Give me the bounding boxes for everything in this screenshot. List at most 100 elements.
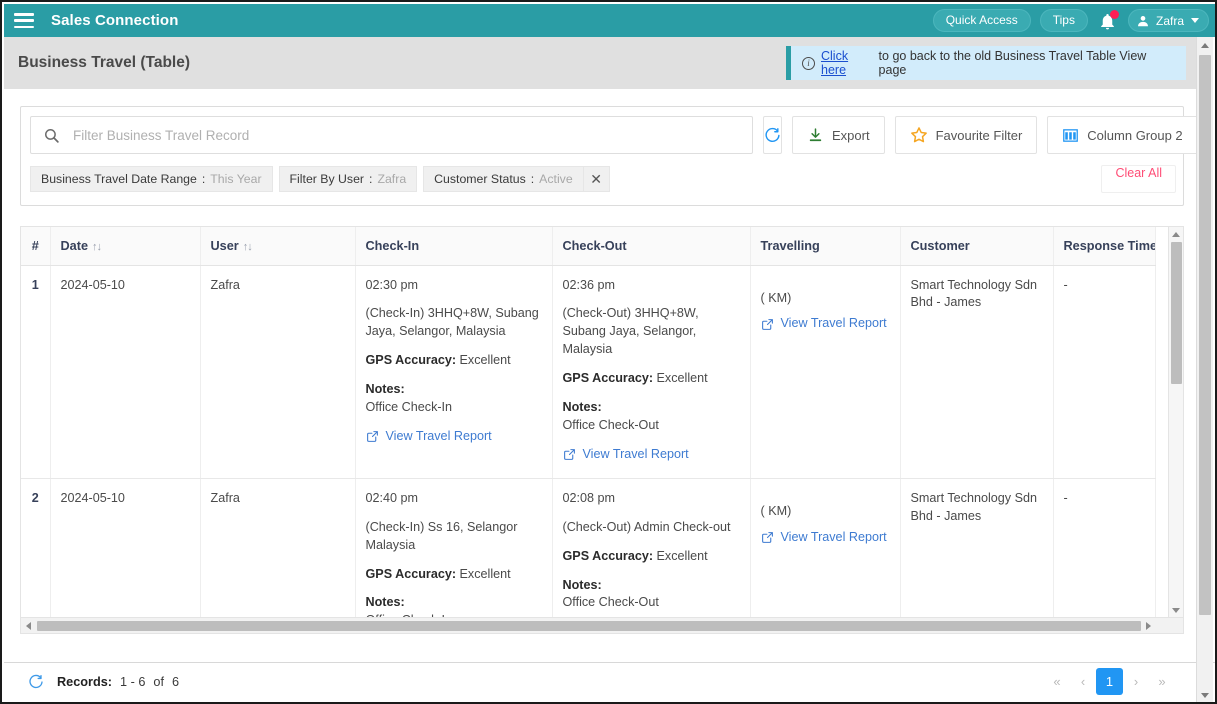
scroll-left-arrow-icon[interactable] — [26, 622, 31, 630]
column-header-date[interactable]: Date ↑↓ — [50, 227, 201, 266]
filter-chip-customer-status[interactable]: Customer Status : Active — [423, 166, 584, 192]
row-customer: Smart Technology Sdn Bhd - James — [900, 478, 1054, 633]
clear-all-button[interactable]: Clear All — [1101, 165, 1176, 193]
view-travel-report-label: View Travel Report — [385, 428, 492, 443]
filter-chip-separator: : — [530, 172, 535, 186]
view-travel-report-link[interactable]: View Travel Report — [761, 529, 887, 547]
user-avatar-icon — [1138, 15, 1148, 26]
gps-accuracy-label: GPS Accuracy: — [365, 353, 457, 368]
table-row[interactable]: 2 2024-05-10 Zafra 02:40 pm (Check-In) S… — [21, 478, 1156, 633]
row-index: 2 — [21, 478, 51, 633]
filter-chip-separator: : — [369, 172, 373, 186]
gps-accuracy-label: GPS Accuracy: — [365, 566, 457, 581]
row-checkin: 02:40 pm (Check-In) Ss 16, Selangor Mala… — [355, 478, 553, 633]
notes-value: Office Check-Out — [562, 417, 659, 432]
row-checkin: 02:30 pm (Check-In) 3HHQ+8W, Subang Jaya… — [355, 265, 553, 479]
sort-icon[interactable]: ↑↓ — [92, 241, 102, 253]
column-header-user-label: User — [210, 238, 239, 253]
page-scroll-up-arrow-icon[interactable] — [1201, 43, 1209, 48]
pagination-prev-button[interactable]: ‹ — [1070, 669, 1096, 695]
gps-accuracy-value: Excellent — [459, 566, 511, 581]
refresh-records-button[interactable] — [28, 674, 44, 690]
favourite-filter-label: Favourite Filter — [935, 127, 1023, 143]
scroll-up-arrow-icon[interactable] — [1172, 232, 1180, 237]
column-header-response-time[interactable]: Response Time — [1053, 227, 1156, 266]
view-travel-report-link[interactable]: View Travel Report — [761, 315, 887, 333]
menu-icon[interactable] — [14, 13, 34, 28]
quick-access-button[interactable]: Quick Access — [932, 9, 1031, 32]
view-travel-report-label: View Travel Report — [780, 316, 887, 331]
checkin-location: (Check-In) Ss 16, Selangor Malaysia — [365, 519, 518, 552]
scroll-right-arrow-icon[interactable] — [1146, 622, 1151, 630]
favourite-filter-button[interactable]: Favourite Filter — [894, 116, 1038, 154]
refresh-button[interactable] — [763, 116, 782, 154]
table-row[interactable]: 1 2024-05-10 Zafra 02:30 pm (Check-In) 3… — [21, 265, 1156, 479]
pagination-next-button[interactable]: › — [1123, 669, 1149, 695]
download-icon — [809, 127, 822, 141]
column-header-checkout[interactable]: Check-Out — [552, 227, 751, 266]
search-input[interactable] — [71, 126, 740, 144]
records-range: 1 - 6 — [120, 674, 146, 689]
view-travel-report-label: View Travel Report — [582, 446, 689, 461]
row-customer: Smart Technology Sdn Bhd - James — [900, 265, 1054, 479]
business-travel-table: # Date ↑↓ User ↑↓ Check-In Check-Out Trave… — [20, 226, 1184, 634]
checkout-time: 02:36 pm — [562, 277, 616, 292]
view-travel-report-link[interactable]: View Travel Report — [366, 428, 492, 446]
column-header-travelling[interactable]: Travelling — [750, 227, 901, 266]
user-name-label: Zafra — [1155, 13, 1184, 28]
column-header-checkin[interactable]: Check-In — [355, 227, 553, 266]
pagination-page-1[interactable]: 1 — [1096, 668, 1123, 695]
columns-icon — [1063, 128, 1079, 142]
page-vertical-scrollbar[interactable] — [1196, 37, 1213, 702]
table-horizontal-scrollbar[interactable] — [21, 617, 1183, 633]
row-travelling: ( KM) View Travel Report — [750, 478, 901, 633]
table-vertical-scrollbar[interactable] — [1168, 227, 1183, 618]
horizontal-scroll-thumb[interactable] — [37, 621, 1141, 631]
vertical-scroll-thumb[interactable] — [1171, 242, 1182, 384]
chevron-down-icon — [1191, 18, 1199, 23]
notifications-button[interactable] — [1097, 9, 1119, 32]
notes-label: Notes: — [562, 577, 602, 592]
pagination-last-button[interactable]: » — [1149, 669, 1175, 695]
view-travel-report-label: View Travel Report — [780, 529, 887, 544]
export-button[interactable]: Export — [792, 116, 885, 154]
filter-chip-label: Customer Status — [434, 172, 526, 186]
external-link-icon — [366, 431, 378, 443]
row-user: Zafra — [200, 265, 356, 479]
column-header-customer[interactable]: Customer — [900, 227, 1054, 266]
page-scroll-thumb[interactable] — [1199, 55, 1211, 615]
user-menu-button[interactable]: Zafra — [1127, 9, 1209, 32]
filter-card: Export Favourite Filter Column Grou — [20, 106, 1198, 206]
filter-chip-value: Zafra — [377, 172, 407, 186]
page-title: Business Travel (Table) — [18, 54, 190, 71]
travel-distance: ( KM) — [760, 290, 792, 305]
page-scroll-down-arrow-icon[interactable] — [1201, 693, 1209, 698]
tips-button[interactable]: Tips — [1039, 9, 1088, 32]
star-icon — [910, 127, 927, 143]
external-link-icon — [563, 449, 575, 460]
search-box[interactable] — [30, 116, 753, 154]
remove-filter-icon[interactable]: ✕ — [583, 166, 610, 192]
row-response-time: - — [1053, 265, 1156, 479]
table-footer: Records: 1 - 6 of 6 « ‹ 1 › » — [4, 662, 1215, 700]
column-header-user[interactable]: User ↑↓ — [200, 227, 356, 266]
pagination-first-button[interactable]: « — [1044, 669, 1070, 695]
gps-accuracy-value: Excellent — [656, 371, 708, 385]
filter-chip-user[interactable]: Filter By User : Zafra — [278, 166, 418, 192]
view-travel-report-link[interactable]: View Travel Report — [563, 446, 689, 464]
export-label: Export — [832, 127, 870, 143]
notes-label: Notes: — [365, 382, 405, 396]
legacy-view-notice-text: to go back to the old Business Travel Ta… — [878, 49, 1147, 77]
active-filters-row: Business Travel Date Range : This Year F… — [30, 160, 1176, 198]
checkin-gps: GPS Accuracy: Excellent — [366, 566, 542, 584]
row-checkout: 02:08 pm (Check-Out) Admin Check-out GPS… — [552, 478, 751, 633]
legacy-view-link[interactable]: Click here — [821, 49, 876, 77]
column-group-button[interactable]: Column Group 2 — [1047, 116, 1198, 154]
filter-chip-date-range[interactable]: Business Travel Date Range : This Year — [30, 166, 273, 192]
table-header-row: # Date ↑↓ User ↑↓ Check-In Check-Out Trave… — [21, 227, 1156, 266]
scroll-down-arrow-icon[interactable] — [1172, 608, 1180, 613]
sort-icon[interactable]: ↑↓ — [243, 241, 253, 253]
filter-chip-value: Active — [539, 172, 573, 186]
checkin-location: (Check-In) 3HHQ+8W, Subang Jaya, Selango… — [365, 306, 539, 339]
filter-chip-label: Business Travel Date Range — [41, 172, 197, 186]
